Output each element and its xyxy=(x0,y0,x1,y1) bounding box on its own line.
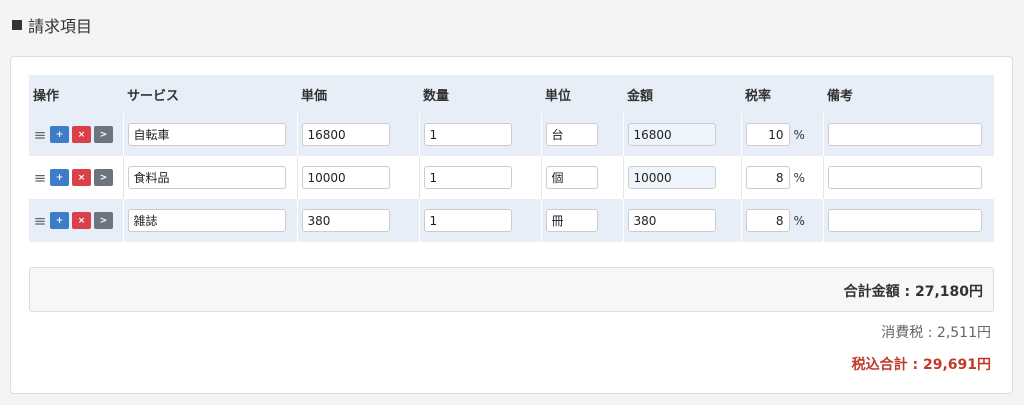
drag-handle-icon[interactable]: ≡ xyxy=(33,126,47,144)
header-ops: 操作 xyxy=(29,75,123,113)
tax-rate-input[interactable] xyxy=(745,123,790,146)
service-input[interactable] xyxy=(127,166,286,189)
move-row-button[interactable]: > xyxy=(94,212,113,229)
header-notes: 備考 xyxy=(823,75,994,113)
percent-label: % xyxy=(793,213,805,228)
table-row: ≡ + × > % xyxy=(29,199,994,242)
quantity-input[interactable] xyxy=(423,123,512,146)
remove-row-button[interactable]: × xyxy=(72,126,91,143)
quantity-input[interactable] xyxy=(423,166,512,189)
drag-handle-icon[interactable]: ≡ xyxy=(33,169,47,187)
remove-row-button[interactable]: × xyxy=(72,169,91,186)
add-row-button[interactable]: + xyxy=(50,212,69,229)
service-input[interactable] xyxy=(127,209,286,232)
add-row-button[interactable]: + xyxy=(50,169,69,186)
amount-input[interactable] xyxy=(627,209,716,232)
unit-input[interactable] xyxy=(545,209,598,232)
unit-input[interactable] xyxy=(545,123,598,146)
header-service: サービス xyxy=(123,75,297,113)
square-bullet-icon xyxy=(12,20,22,30)
subtotal-box: 合計金額 : 27,180円 xyxy=(29,267,994,312)
table-header-row: 操作 サービス 単価 数量 単位 金額 税率 備考 xyxy=(29,75,994,113)
header-unit: 単位 xyxy=(541,75,623,113)
notes-input[interactable] xyxy=(827,209,982,232)
tax-rate-input[interactable] xyxy=(745,166,790,189)
section-title: 請求項目 xyxy=(28,17,93,36)
header-amount: 金額 xyxy=(623,75,741,113)
move-row-button[interactable]: > xyxy=(94,126,113,143)
table-row: ≡ + × > % xyxy=(29,156,994,199)
unit-input[interactable] xyxy=(545,166,598,189)
header-unit-price: 単価 xyxy=(297,75,419,113)
consumption-tax-text: 消費税 : 2,511円 xyxy=(881,325,991,341)
percent-label: % xyxy=(793,127,805,142)
drag-handle-icon[interactable]: ≡ xyxy=(33,212,47,230)
row-ops: ≡ + × > xyxy=(33,169,119,187)
remove-row-button[interactable]: × xyxy=(72,212,91,229)
add-row-button[interactable]: + xyxy=(50,126,69,143)
grand-total-text: 税込合計 : 29,691円 xyxy=(851,357,991,373)
invoice-items-panel: 操作 サービス 単価 数量 単位 金額 税率 備考 ≡ + × > 自転車 16… xyxy=(10,56,1013,394)
row-ops: ≡ + × > xyxy=(33,212,119,230)
items-table: 操作 サービス 単価 数量 単位 金額 税率 備考 ≡ + × > 自転車 16… xyxy=(29,75,994,242)
quantity-input[interactable] xyxy=(423,209,512,232)
tax-rate-input[interactable] xyxy=(745,209,790,232)
amount-input[interactable] xyxy=(627,123,716,146)
table-row: ≡ + × > % xyxy=(29,113,994,156)
unit-price-input[interactable] xyxy=(301,166,390,189)
row-ops: ≡ + × > xyxy=(33,126,119,144)
section-header: 請求項目 xyxy=(12,13,92,37)
header-quantity: 数量 xyxy=(419,75,541,113)
amount-input[interactable] xyxy=(627,166,716,189)
unit-price-input[interactable] xyxy=(301,209,390,232)
service-input[interactable] xyxy=(127,123,286,146)
percent-label: % xyxy=(793,170,805,185)
notes-input[interactable] xyxy=(827,123,982,146)
header-tax-rate: 税率 xyxy=(741,75,823,113)
move-row-button[interactable]: > xyxy=(94,169,113,186)
subtotal-text: 合計金額 : 27,180円 xyxy=(843,284,983,300)
unit-price-input[interactable] xyxy=(301,123,390,146)
notes-input[interactable] xyxy=(827,166,982,189)
